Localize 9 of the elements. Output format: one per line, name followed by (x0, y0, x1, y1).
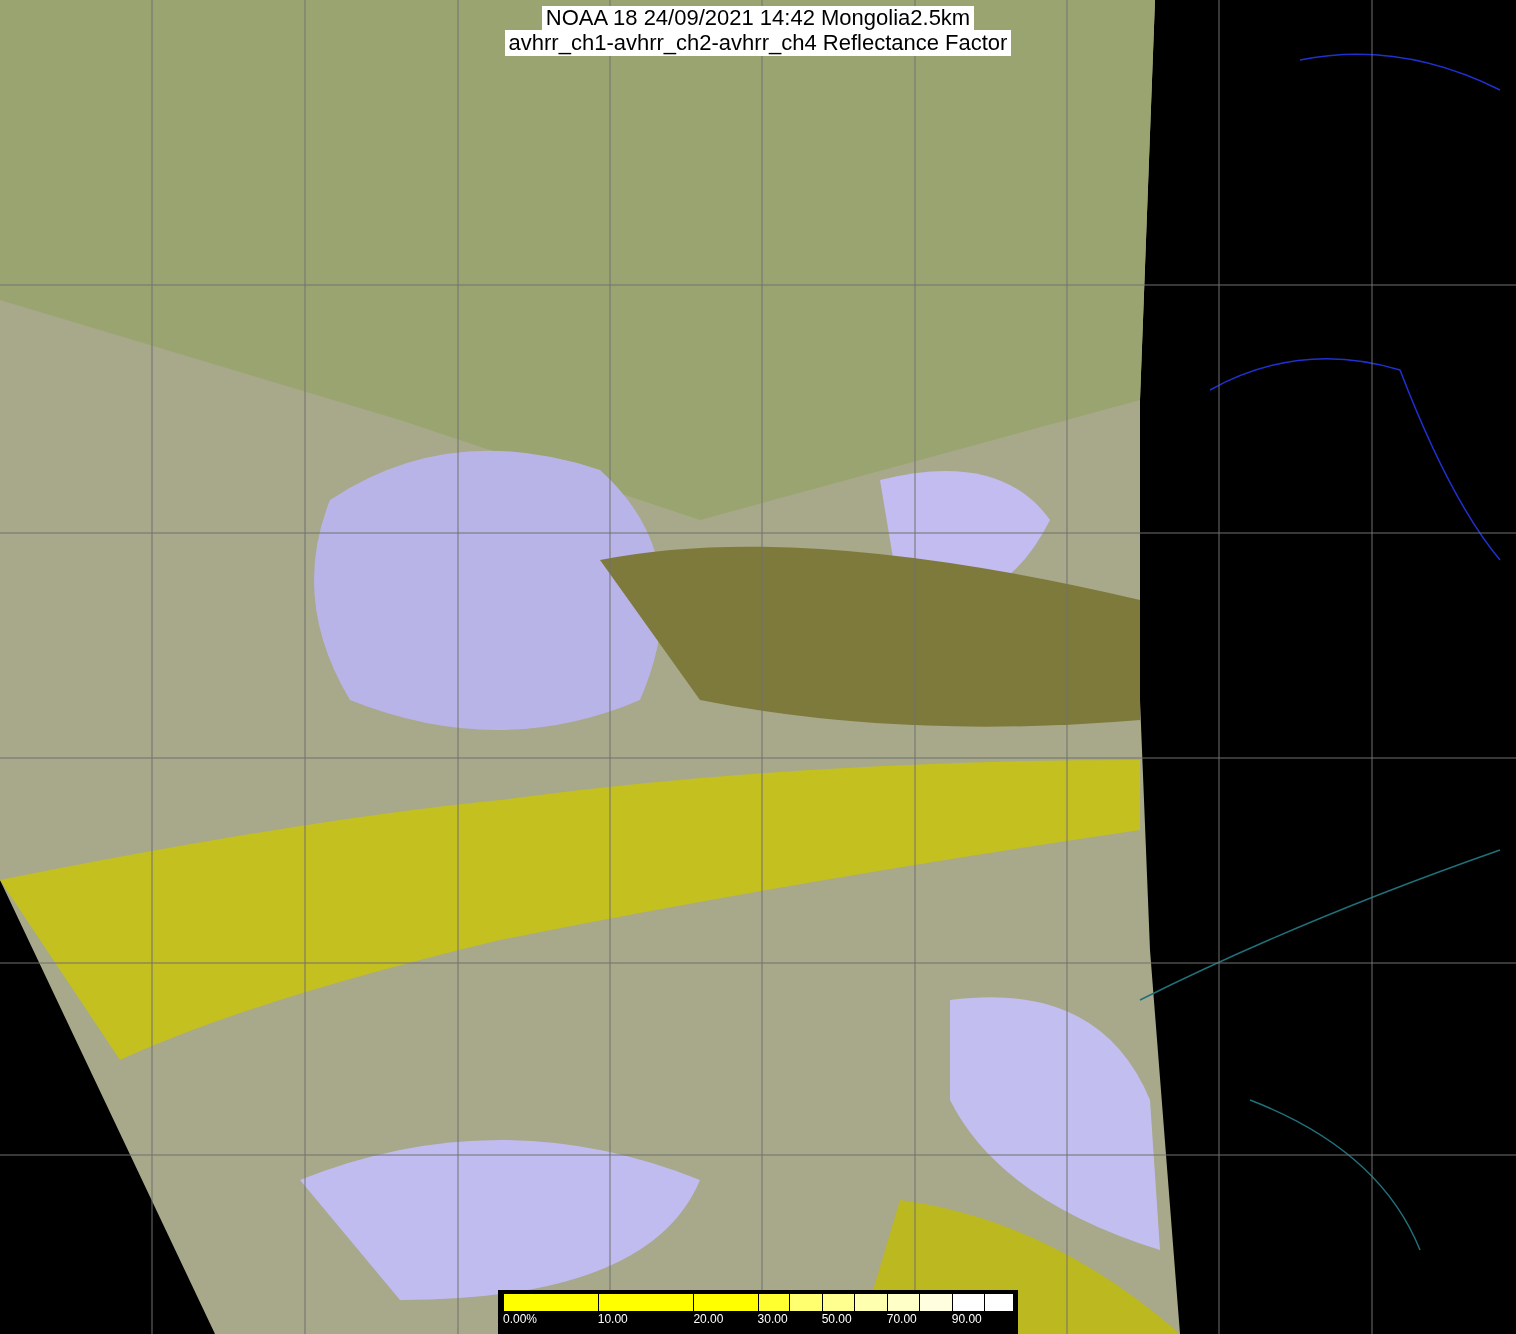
scale-label: 30.00 (757, 1311, 789, 1327)
map-title: NOAA 18 24/09/2021 14:42 Mongolia2.5km (541, 6, 975, 30)
scale-label: 70.00 (886, 1311, 918, 1327)
scale-label: 20.00 (693, 1311, 725, 1327)
scale-label: 10.00 (597, 1311, 629, 1327)
scale-label: 0.00% (503, 1311, 539, 1327)
map-subtitle: avhrr_ch1-avhrr_ch2-avhrr_ch4 Reflectance Factor (504, 30, 1012, 56)
scale-label: 90.00 (951, 1311, 983, 1327)
scale-label: 50.00 (821, 1311, 853, 1327)
